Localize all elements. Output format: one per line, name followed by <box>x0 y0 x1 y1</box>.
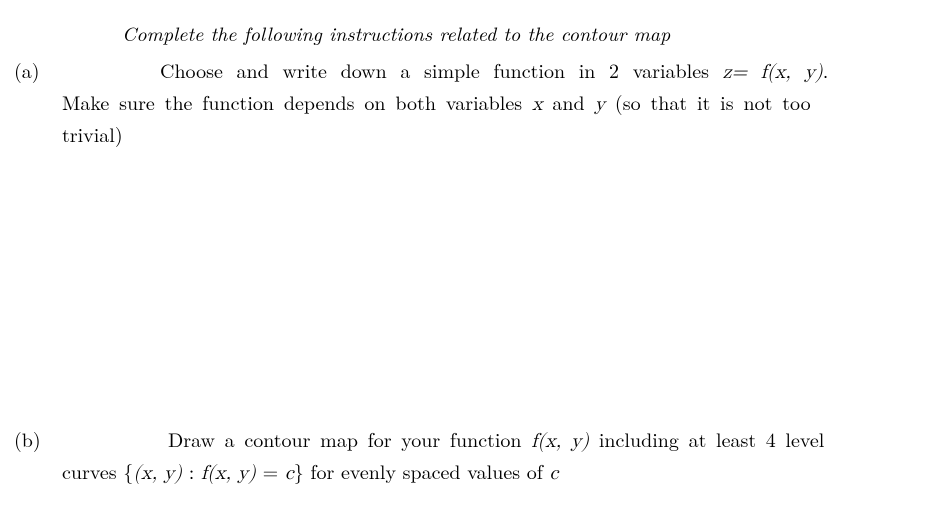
math-fxy-a: f(x, y) <box>761 62 823 82</box>
item-a-line1: Choose and write down a simple function … <box>62 55 912 87</box>
b-line2-mid: for evenly spaced values of <box>304 456 550 485</box>
item-b-body: Draw a contour map for your function f(x… <box>62 424 912 488</box>
math-z: z <box>723 62 732 82</box>
a-line2-mid: and <box>543 87 595 116</box>
item-b-line1: Draw a contour map for your function f(x… <box>62 424 912 456</box>
math-eq: = <box>732 62 748 82</box>
math-fxy-b: f(x, y) <box>531 431 589 451</box>
b-line1-post: including at least 4 level <box>589 424 824 453</box>
a-line2-post: (so that it is not too <box>605 87 811 116</box>
math-c: c <box>550 463 559 483</box>
b-line2-pre: curves <box>62 456 123 485</box>
a-line1-pre: Choose and write down a simple function … <box>160 55 723 84</box>
item-a-label: (a) <box>14 55 62 84</box>
math-setbuilder: {(x, y) : f(x, y) = c} <box>123 463 303 483</box>
a-line1-post: . <box>823 55 829 84</box>
item-b-label: (b) <box>14 424 62 453</box>
problem-item-b: (b) Draw a contour map for your function… <box>14 424 912 488</box>
b-line1-pre: Draw a contour map for your function <box>168 424 531 453</box>
math-y: y <box>595 94 606 114</box>
math-x: x <box>532 94 543 114</box>
item-a-line3: trivial) <box>62 119 912 148</box>
header-instruction: Complete the following instructions rela… <box>122 18 912 47</box>
a-line3-text: trivial) <box>62 119 123 148</box>
item-a-line2: Make sure the function depends on both v… <box>62 87 912 119</box>
instruction-text: Complete the following instructions rela… <box>122 18 670 47</box>
item-a-body: Choose and write down a simple function … <box>62 55 912 148</box>
item-b-line2: curves {(x, y) : f(x, y) = c} for evenly… <box>62 456 912 488</box>
problem-item-a: (a) Choose and write down a simple funct… <box>14 55 912 148</box>
a-line2-pre: Make sure the function depends on both v… <box>62 87 532 116</box>
